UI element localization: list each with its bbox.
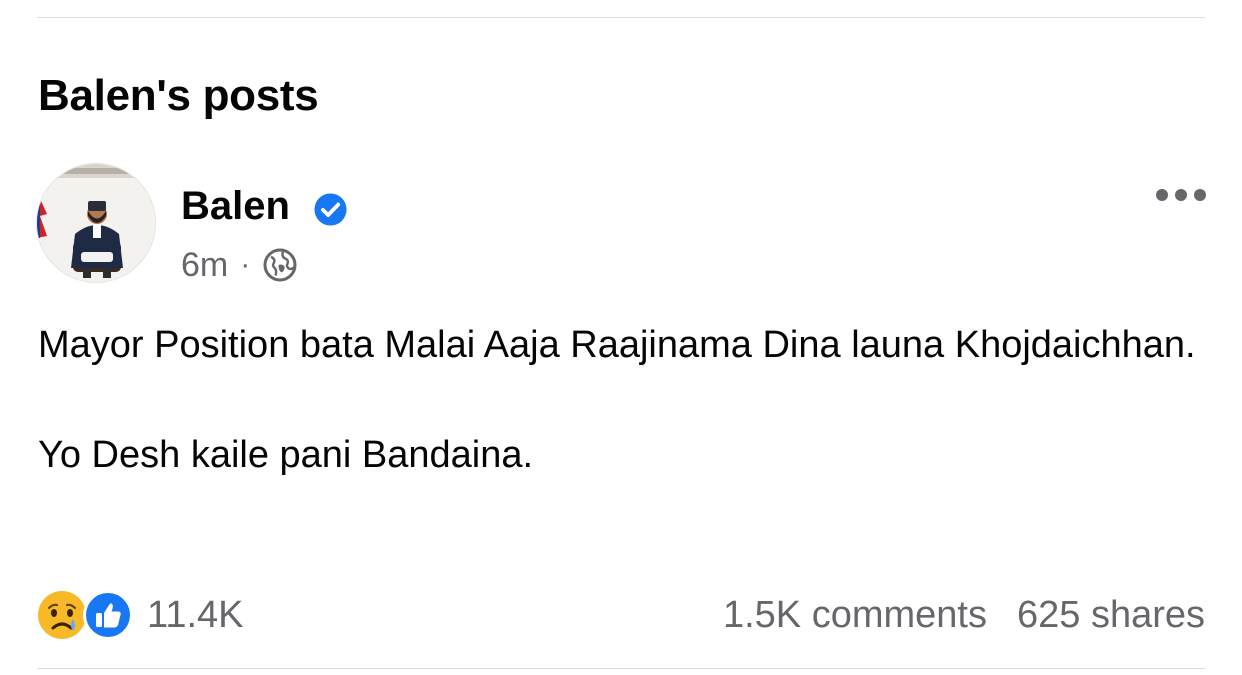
globe-icon xyxy=(263,248,297,282)
more-options-button[interactable] xyxy=(1156,183,1206,207)
post-body: Mayor Position bata Malai Aaja Raajinama… xyxy=(38,318,1198,483)
like-reaction-icon xyxy=(83,590,133,640)
post-time[interactable]: 6m xyxy=(181,246,228,285)
post-paragraph: Mayor Position bata Malai Aaja Raajinama… xyxy=(38,324,1196,366)
shares-count-link[interactable]: 625 shares xyxy=(1017,594,1205,637)
more-dot xyxy=(1175,189,1187,201)
more-dot xyxy=(1194,189,1206,201)
author-avatar[interactable] xyxy=(36,163,156,283)
post-paragraph: Yo Desh kaile pani Bandaina. xyxy=(38,434,534,476)
engagement-stats: 1.5K comments 625 shares xyxy=(723,588,1205,642)
section-title: Balen's posts xyxy=(38,71,319,120)
reaction-count: 11.4K xyxy=(147,593,244,636)
author-name[interactable]: Balen xyxy=(181,182,290,230)
verified-badge-icon xyxy=(314,193,347,226)
meta-separator: · xyxy=(240,248,251,281)
bottom-divider xyxy=(37,668,1205,669)
comments-count-link[interactable]: 1.5K comments xyxy=(723,594,987,637)
post-meta: 6m · xyxy=(181,245,298,285)
top-divider xyxy=(37,17,1205,18)
avatar-image xyxy=(37,164,155,282)
reactions-summary[interactable]: 11.4K xyxy=(35,587,243,643)
more-dot xyxy=(1156,189,1168,201)
